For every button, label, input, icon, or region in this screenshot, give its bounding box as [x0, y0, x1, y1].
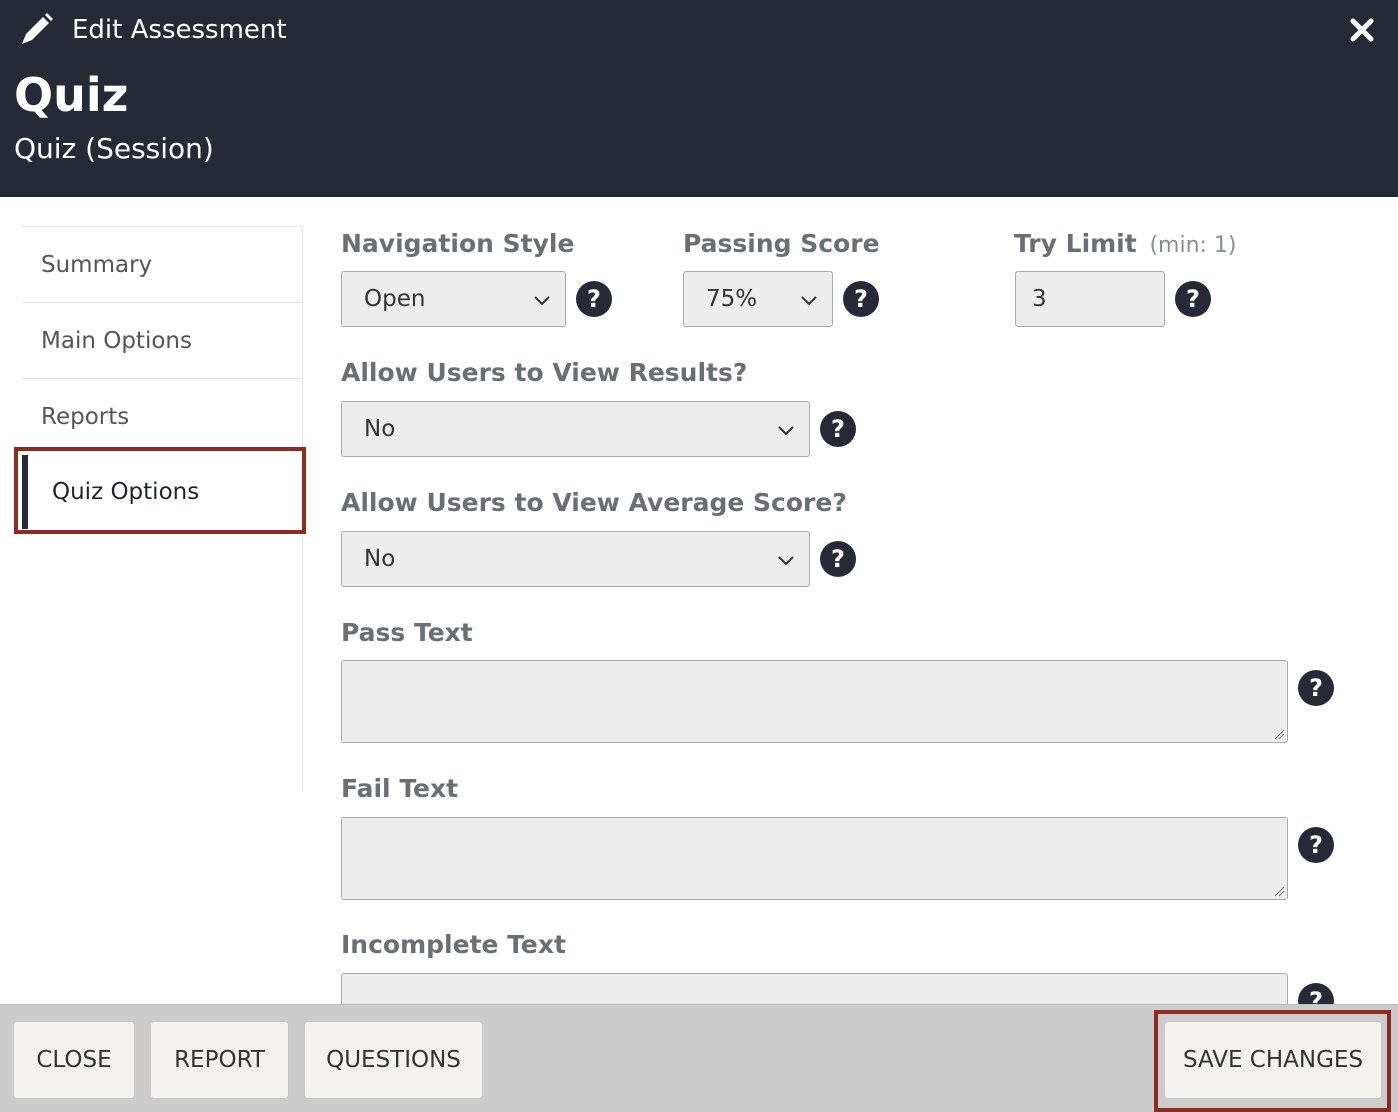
view-average-label: Allow Users to View Average Score? — [341, 488, 847, 517]
sidebar-item-reports[interactable]: Reports — [22, 379, 302, 455]
try-limit-hint: (min: 1) — [1149, 233, 1237, 258]
view-results-help-icon[interactable]: ? — [820, 411, 856, 447]
passing-score-value: 75% — [706, 286, 758, 312]
page-subtitle: Quiz (Session) — [14, 132, 214, 165]
sidebar-item-main-options[interactable]: Main Options — [22, 303, 302, 379]
view-average-help-icon[interactable]: ? — [820, 541, 856, 577]
navigation-style-select[interactable]: Open — [341, 271, 566, 327]
incomplete-text-label: Incomplete Text — [341, 930, 566, 959]
view-average-select[interactable]: No — [341, 531, 810, 587]
dialog-header: Edit Assessment Quiz Quiz (Session) — [0, 0, 1398, 197]
resize-grip-icon[interactable] — [1273, 728, 1285, 740]
view-results-select[interactable]: No — [341, 401, 810, 457]
navigation-style-value: Open — [364, 286, 426, 312]
passing-score-label: Passing Score — [683, 229, 880, 258]
view-average-value: No — [364, 546, 396, 572]
fail-text-textarea[interactable] — [341, 817, 1288, 900]
sidebar-nav: Summary Main Options Reports Quiz Option… — [22, 226, 303, 792]
try-limit-label-row: Try Limit (min: 1) — [1014, 229, 1237, 258]
passing-score-help-icon[interactable]: ? — [843, 281, 879, 317]
navigation-style-label: Navigation Style — [341, 229, 575, 258]
navigation-style-help-icon[interactable]: ? — [576, 281, 612, 317]
sidebar-item-quiz-options[interactable]: Quiz Options — [22, 455, 302, 529]
view-results-label: Allow Users to View Results? — [341, 358, 748, 387]
header-top-row: Edit Assessment — [16, 12, 287, 48]
fail-text-help-icon[interactable]: ? — [1298, 827, 1334, 863]
try-limit-label: Try Limit — [1014, 229, 1137, 258]
chevron-down-icon — [534, 296, 550, 306]
pass-text-textarea[interactable] — [341, 660, 1288, 743]
chevron-down-icon — [801, 296, 817, 306]
chevron-down-icon — [778, 556, 794, 566]
pass-text-label: Pass Text — [341, 618, 473, 647]
fail-text-label: Fail Text — [341, 774, 459, 803]
dialog-footer: CLOSE REPORT QUESTIONS SAVE CHANGES — [0, 1004, 1398, 1112]
passing-score-select[interactable]: 75% — [683, 271, 833, 327]
chevron-down-icon — [778, 426, 794, 436]
pencil-icon — [22, 13, 53, 44]
page-title: Quiz — [14, 68, 129, 122]
close-button[interactable]: CLOSE — [13, 1021, 135, 1099]
view-results-value: No — [364, 416, 396, 442]
close-icon[interactable] — [1348, 16, 1376, 44]
try-limit-help-icon[interactable]: ? — [1175, 281, 1211, 317]
sidebar-item-summary[interactable]: Summary — [22, 227, 302, 303]
try-limit-input[interactable]: 3 — [1015, 271, 1165, 327]
edit-assessment-label: Edit Assessment — [72, 15, 287, 45]
resize-grip-icon[interactable] — [1273, 885, 1285, 897]
pass-text-help-icon[interactable]: ? — [1298, 670, 1334, 706]
questions-button[interactable]: QUESTIONS — [304, 1021, 483, 1099]
report-button[interactable]: REPORT — [150, 1021, 289, 1099]
save-changes-button[interactable]: SAVE CHANGES — [1164, 1021, 1382, 1099]
